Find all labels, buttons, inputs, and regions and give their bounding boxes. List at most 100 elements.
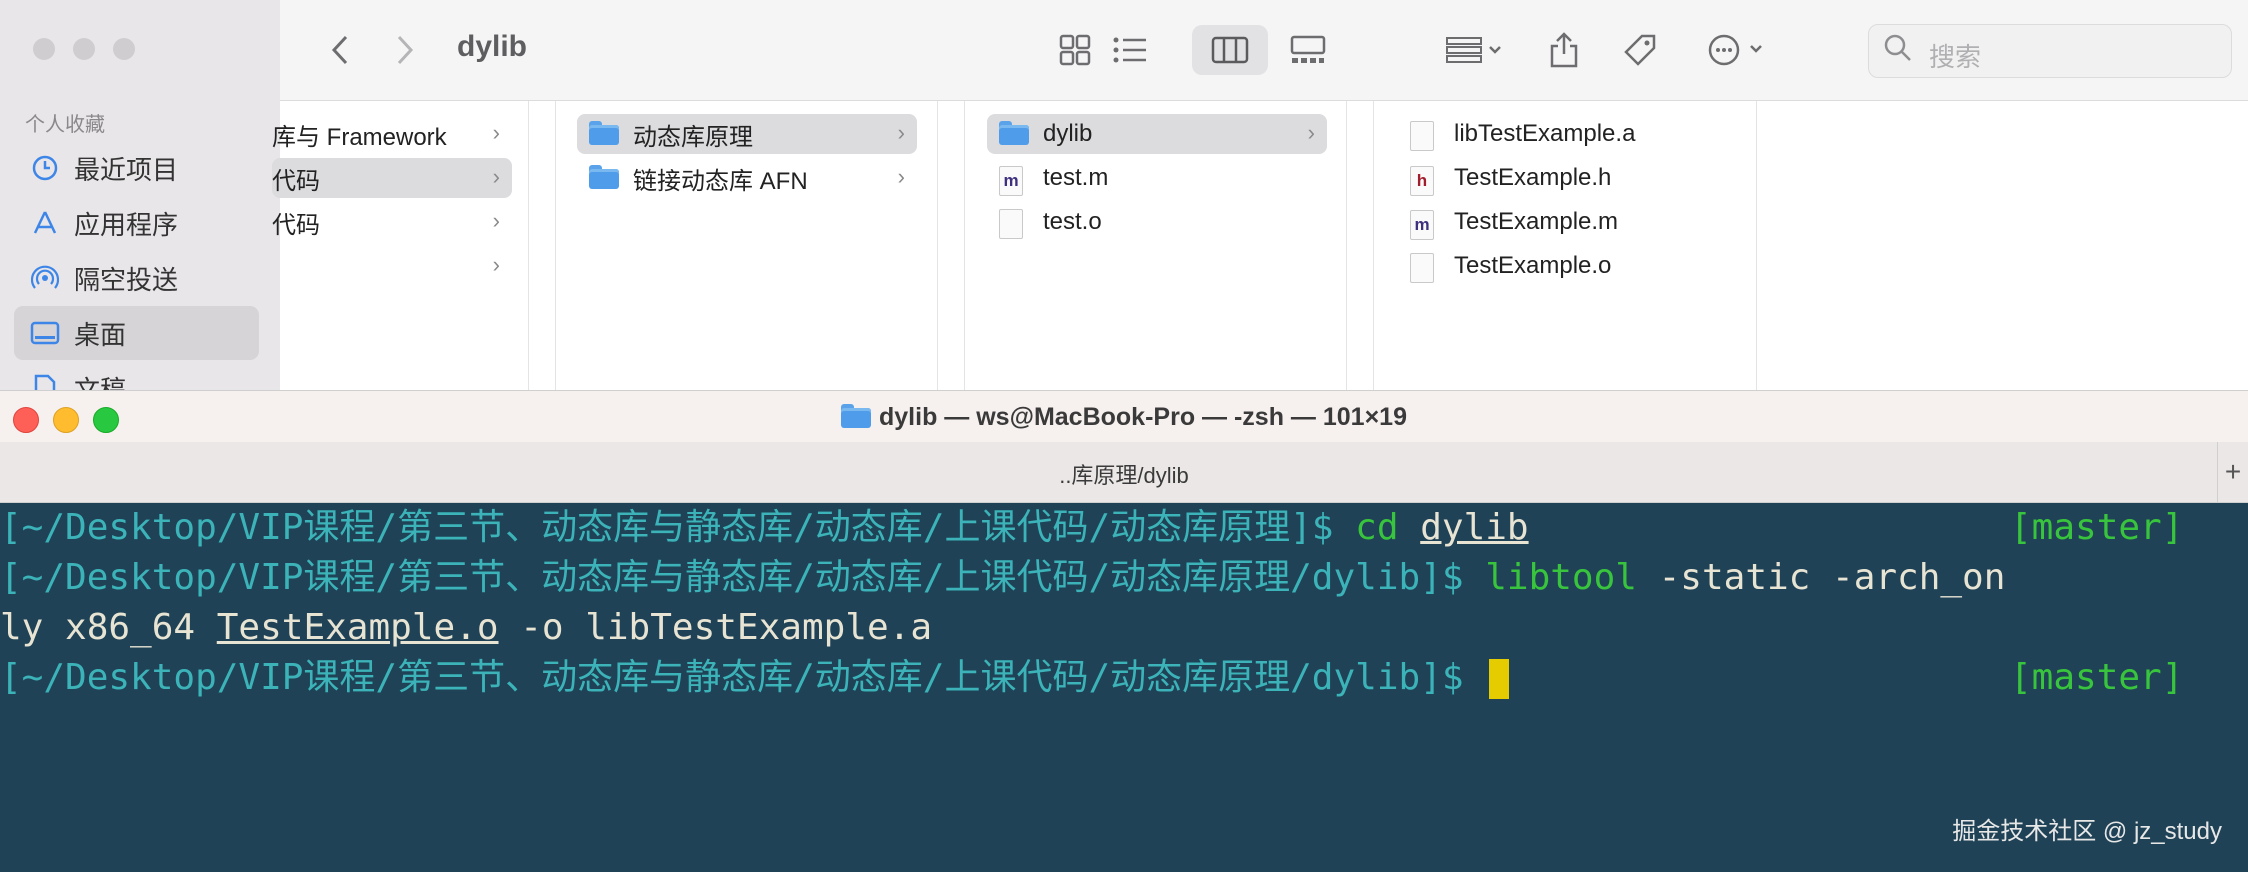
group-icon (1446, 37, 1501, 63)
back-button[interactable] (320, 25, 360, 75)
row-label: 链接动态库 AFN (633, 167, 808, 195)
column-row[interactable]: TestExample.o (1398, 246, 1738, 286)
column-row[interactable]: 代码 › (272, 202, 512, 242)
command: libtool (1485, 557, 1637, 598)
terminal-line-1: [~/Desktop/VIP课程/第三节、动态库与静态库/动态库/上课代码/动态… (0, 503, 1529, 553)
minimize-window-button[interactable] (73, 38, 95, 60)
row-label: 代码 (272, 167, 320, 195)
git-branch-indicator: [master] (2010, 507, 2184, 548)
window-title: dylib (457, 30, 528, 63)
search-field[interactable]: 搜索 (1868, 24, 2232, 78)
forward-button[interactable] (385, 25, 425, 75)
finder-toolbar: dylib 搜索 (280, 0, 2248, 101)
column-row[interactable]: 动态库原理 › (577, 114, 917, 154)
chevron-right-icon: › (492, 208, 500, 233)
browser-column-4: libTestExample.a h TestExample.h m TestE… (1374, 101, 1757, 390)
document-icon (30, 373, 60, 390)
terminal-window-title: dylib — ws@MacBook-Pro — -zsh — 101×19 (0, 403, 2248, 432)
column-row[interactable]: h TestExample.h (1398, 158, 1738, 198)
zoom-window-button[interactable] (113, 38, 135, 60)
sidebar-item-applications[interactable]: 应用程序 (14, 196, 259, 250)
terminal-line-4: [~/Desktop/VIP课程/第三节、动态库与静态库/动态库/上课代码/动态… (0, 653, 1510, 703)
tag-button[interactable] (1618, 25, 1662, 75)
sidebar-item-label: 隔空投送 (74, 264, 179, 295)
row-label: TestExample.h (1454, 164, 1612, 191)
columns-icon (1211, 36, 1249, 64)
column-row[interactable]: m TestExample.m (1398, 202, 1738, 242)
command: cd (1355, 507, 1399, 548)
command-arg-file: TestExample.o (216, 607, 499, 648)
ellipsis-circle-icon (1708, 34, 1762, 66)
chevron-left-icon (331, 35, 348, 65)
header-file-icon: h (1410, 166, 1434, 196)
column-gap (938, 101, 965, 390)
command-args: -o libTestExample.a (498, 607, 932, 648)
column-row[interactable]: m test.m (987, 158, 1327, 198)
column-row[interactable]: test.o (987, 202, 1327, 242)
chevron-right-icon: › (492, 164, 500, 189)
column-view-button[interactable] (1192, 25, 1268, 75)
sidebar-item-label: 应用程序 (74, 209, 179, 240)
column-row[interactable]: 库与 Framework › (272, 114, 512, 154)
blank-file-icon (1410, 253, 1434, 283)
column-row[interactable]: dylib › (987, 114, 1327, 154)
grid-icon (1059, 34, 1091, 66)
chevron-right-icon: › (897, 120, 905, 145)
prompt-path: [~/Desktop/VIP课程/第三节、动态库与静态库/动态库/上课代码/动态… (0, 557, 1464, 598)
list-icon (1113, 37, 1146, 63)
row-label: 动态库原理 (633, 123, 753, 151)
chevron-right-icon (397, 35, 414, 65)
prompt-path: [~/Desktop/VIP课程/第三节、动态库与静态库/动态库/上课代码/动态… (0, 657, 1464, 698)
terminal-line-2: [~/Desktop/VIP课程/第三节、动态库与静态库/动态库/上课代码/动态… (0, 553, 2005, 603)
search-icon (1884, 34, 1911, 61)
terminal-tab-bar: ..库原理/dylib + (0, 442, 2248, 503)
command-arg: dylib (1420, 507, 1529, 548)
folder-icon (589, 121, 619, 145)
sidebar-item-desktop[interactable]: 桌面 (14, 306, 259, 360)
folder-icon (589, 165, 619, 189)
terminal-title-text: dylib — ws@MacBook-Pro — -zsh — 101×19 (879, 403, 1407, 431)
chevron-right-icon: › (897, 164, 905, 189)
text-cursor (1489, 659, 1510, 699)
chevron-right-icon: › (492, 120, 500, 145)
column-row[interactable]: 链接动态库 AFN › (577, 158, 917, 198)
finder-sidebar: 个人收藏 最近项目 应用程序 隔空投送 桌面 文稿 (0, 0, 280, 390)
row-label: TestExample.m (1454, 208, 1619, 235)
column-row[interactable]: libTestExample.a (1398, 114, 1738, 154)
new-tab-button[interactable]: + (2217, 442, 2248, 502)
browser-column-3: dylib › m test.m test.o (965, 101, 1347, 390)
browser-column-1: 库与 Framework › 代码 › 代码 › › (272, 101, 529, 390)
close-window-button[interactable] (33, 38, 55, 60)
browser-column-empty (1757, 101, 2248, 390)
column-row[interactable]: › (272, 246, 512, 286)
sidebar-item-label: 文稿 (74, 374, 127, 391)
share-button[interactable] (1542, 25, 1586, 75)
gallery-view-button[interactable] (1283, 25, 1333, 75)
terminal-tab[interactable]: ..库原理/dylib (0, 458, 2248, 490)
sidebar-item-recents[interactable]: 最近项目 (14, 141, 259, 195)
gallery-icon (1290, 35, 1326, 63)
row-label: test.o (1043, 208, 1102, 235)
icon-view-button[interactable] (1050, 25, 1100, 75)
sidebar-item-documents[interactable]: 文稿 (14, 361, 259, 390)
terminal-window: dylib — ws@MacBook-Pro — -zsh — 101×19 .… (0, 390, 2248, 872)
list-view-button[interactable] (1105, 25, 1155, 75)
objc-source-file-icon: m (1410, 210, 1434, 240)
sidebar-item-label: 桌面 (74, 319, 127, 350)
column-row[interactable]: 代码 › (272, 158, 512, 198)
column-gap (529, 101, 556, 390)
sidebar-item-airdrop[interactable]: 隔空投送 (14, 251, 259, 305)
row-label: dylib (1043, 120, 1093, 147)
share-icon (1550, 32, 1578, 68)
blank-file-icon (999, 209, 1023, 239)
prompt-path: [~/Desktop/VIP课程/第三节、动态库与静态库/动态库/上课代码/动态… (0, 507, 1334, 548)
more-actions-button[interactable] (1700, 25, 1778, 75)
row-label: libTestExample.a (1454, 120, 1636, 147)
group-by-button[interactable] (1435, 25, 1515, 75)
terminal-output[interactable]: [~/Desktop/VIP课程/第三节、动态库与静态库/动态库/上课代码/动态… (0, 503, 2248, 872)
blank-file-icon (1410, 121, 1434, 151)
watermark: 掘金技术社区 @ jz_study (1952, 818, 2222, 845)
column-gap (1347, 101, 1374, 390)
app-icon (30, 208, 60, 238)
git-branch-indicator: [master] (2010, 657, 2184, 698)
